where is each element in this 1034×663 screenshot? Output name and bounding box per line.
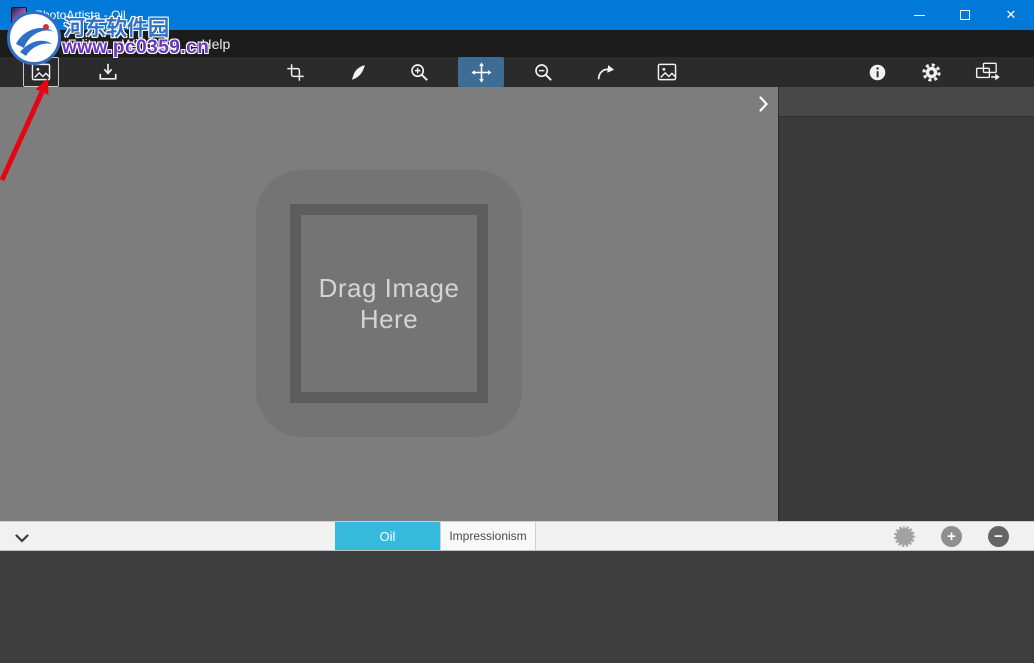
add-preset-button[interactable]: + (941, 526, 962, 547)
image-drop-zone[interactable]: Drag Image Here (256, 170, 522, 437)
maximize-button[interactable] (942, 0, 988, 30)
zoom-in-icon (409, 62, 429, 82)
photoartista-window: PhotoArtista - Oil ✕ File Edit Window He… (0, 0, 1034, 663)
right-panel (778, 87, 1034, 521)
menu-window[interactable]: Window (107, 30, 187, 57)
remove-preset-button[interactable]: − (988, 526, 1009, 547)
move-arrows-icon (470, 61, 492, 83)
collapse-panel-button[interactable] (12, 531, 32, 545)
import-download-icon (98, 62, 118, 82)
brush-icon (348, 63, 367, 82)
info-button[interactable] (857, 57, 897, 87)
app-icon (11, 7, 27, 23)
brush-button[interactable] (337, 57, 377, 87)
tab-impressionism[interactable]: Impressionism (440, 522, 536, 550)
title-bar: PhotoArtista - Oil ✕ (0, 0, 1034, 30)
minimize-button[interactable] (896, 0, 942, 30)
menu-bar: File Edit Window Help (0, 30, 1034, 57)
presets-panel (0, 551, 1034, 663)
image-adjust-button[interactable] (647, 57, 687, 87)
canvas-area: Drag Image Here (0, 87, 778, 521)
chevron-right-icon (758, 96, 768, 112)
image-icon (657, 63, 677, 81)
open-image-button[interactable] (23, 57, 59, 87)
close-button[interactable]: ✕ (988, 0, 1034, 30)
move-tool-button[interactable] (458, 57, 504, 87)
info-icon (868, 63, 887, 82)
close-icon: ✕ (1005, 7, 1017, 22)
toolbar (0, 57, 1034, 87)
redo-button[interactable] (585, 57, 625, 87)
crop-icon (286, 63, 305, 82)
minus-icon: − (994, 528, 1003, 545)
window-controls: ✕ (896, 0, 1034, 30)
zoom-out-icon (533, 62, 553, 82)
styles-bar: Oil Impressionism + − (0, 521, 1034, 551)
minimize-icon (913, 14, 925, 16)
gear-icon (921, 62, 942, 83)
redo-arrow-icon (595, 62, 615, 82)
settings-button[interactable] (911, 57, 951, 87)
menu-help[interactable]: Help (186, 30, 245, 57)
window-title: PhotoArtista - Oil (35, 8, 126, 22)
drop-zone-frame: Drag Image Here (290, 204, 488, 403)
zoom-out-button[interactable] (523, 57, 563, 87)
tab-oil[interactable]: Oil (335, 522, 440, 550)
panel-expand-button[interactable] (756, 95, 770, 113)
export-share-icon (975, 62, 1001, 82)
maximize-icon (960, 10, 970, 20)
menu-edit[interactable]: Edit (53, 30, 107, 57)
import-image-button[interactable] (88, 57, 128, 87)
preset-texture-button[interactable] (894, 526, 915, 547)
menu-file[interactable]: File (0, 30, 53, 57)
zoom-in-button[interactable] (399, 57, 439, 87)
drop-zone-text: Drag Image Here (318, 272, 460, 334)
plus-icon: + (947, 528, 956, 545)
export-button[interactable] (966, 57, 1010, 87)
crop-button[interactable] (275, 57, 315, 87)
chevron-down-icon (15, 533, 29, 543)
right-panel-header (779, 87, 1034, 117)
open-image-icon (31, 63, 51, 81)
